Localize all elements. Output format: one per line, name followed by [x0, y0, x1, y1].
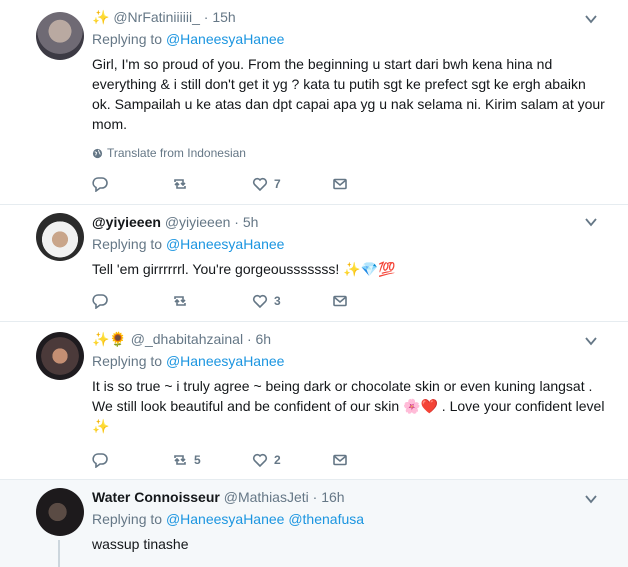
message-icon — [333, 178, 347, 190]
tweet-text: Girl, I'm so proud of you. From the begi… — [92, 56, 605, 132]
replying-to: Replying to @HaneesyaHanee @thenafusa — [92, 511, 365, 527]
reply-icon — [92, 453, 108, 468]
avatar[interactable] — [36, 488, 84, 536]
retweet-icon — [174, 455, 186, 465]
message-button[interactable] — [332, 293, 412, 309]
tweet[interactable]: ✨ @NrFatiniiiiii_ · 15h Replying to @Han… — [0, 0, 628, 205]
mention-link[interactable]: @HaneesyaHanee @thenafusa — [166, 511, 364, 527]
message-button[interactable] — [332, 452, 412, 468]
tweet-text: Tell 'em girrrrrrl. You're gorgeoussssss… — [92, 261, 396, 277]
avatar[interactable] — [36, 12, 84, 60]
mention-link[interactable]: @HaneesyaHanee — [166, 31, 285, 47]
replying-to: Replying to @HaneesyaHanee — [92, 353, 285, 369]
tweet-handle[interactable]: @_dhabitahzainal — [131, 331, 243, 347]
retweet-button[interactable]: 5 — [172, 452, 252, 468]
mention-link[interactable]: @HaneesyaHanee — [166, 236, 285, 252]
display-name[interactable]: @yiyieeen — [92, 214, 161, 230]
tweet-handle[interactable]: @yiyieeen — [165, 214, 231, 230]
tweet[interactable]: Water Connoisseur @MathiasJeti · 16h Rep… — [0, 480, 628, 567]
like-button[interactable]: 7 — [252, 176, 332, 192]
tweet[interactable]: ✨🌻 @_dhabitahzainal · 6h Replying to @Ha… — [0, 322, 628, 480]
tweet-time[interactable]: 5h — [243, 214, 259, 230]
avatar[interactable] — [36, 213, 84, 261]
tweet-handle[interactable]: @MathiasJeti — [224, 489, 309, 505]
translate-link[interactable]: Translate from Indonesian — [92, 146, 608, 160]
replying-to: Replying to @HaneesyaHanee — [92, 31, 285, 47]
tweet-handle[interactable]: @NrFatiniiiiii_ — [113, 9, 200, 25]
tweet-text: wassup tinashe — [92, 536, 189, 552]
display-name[interactable]: Water Connoisseur — [92, 489, 220, 505]
message-button[interactable] — [332, 176, 412, 192]
avatar[interactable] — [36, 332, 84, 380]
like-button[interactable]: 3 — [252, 293, 332, 309]
reply-button[interactable] — [92, 293, 172, 309]
thread-line — [58, 540, 60, 567]
like-button[interactable]: 2 — [252, 452, 332, 468]
tweet[interactable]: @yiyieeen @yiyieeen · 5h Replying to @Ha… — [0, 205, 628, 322]
tweet-time[interactable]: 16h — [321, 489, 344, 505]
retweet-button[interactable] — [172, 293, 252, 309]
mention-link[interactable]: @HaneesyaHanee — [166, 353, 285, 369]
retweet-icon — [174, 296, 186, 306]
message-icon — [333, 454, 347, 466]
tweet-time[interactable]: 6h — [256, 331, 272, 347]
name-emoji: ✨ — [92, 9, 110, 25]
message-icon — [333, 295, 347, 307]
like-icon — [252, 453, 268, 468]
reply-icon — [92, 177, 108, 192]
tweet-header: Water Connoisseur @MathiasJeti · 16h — [92, 489, 345, 505]
tweet-header: @yiyieeen @yiyieeen · 5h — [92, 214, 259, 230]
replying-to: Replying to @HaneesyaHanee — [92, 236, 285, 252]
retweet-icon — [174, 179, 186, 189]
reply-icon — [92, 294, 108, 309]
reply-button[interactable] — [92, 452, 172, 468]
tweet-time[interactable]: 15h — [212, 9, 235, 25]
tweet-header: ✨ @NrFatiniiiiii_ · 15h — [92, 9, 236, 25]
like-icon — [252, 294, 268, 309]
like-icon — [252, 177, 268, 192]
globe-icon — [92, 148, 103, 158]
name-emoji: ✨🌻 — [92, 331, 127, 347]
tweet-text: It is so true ~ i truly agree ~ being da… — [92, 378, 605, 434]
tweet-header: ✨🌻 @_dhabitahzainal · 6h — [92, 331, 272, 347]
retweet-button[interactable] — [172, 176, 252, 192]
reply-button[interactable] — [92, 176, 172, 192]
